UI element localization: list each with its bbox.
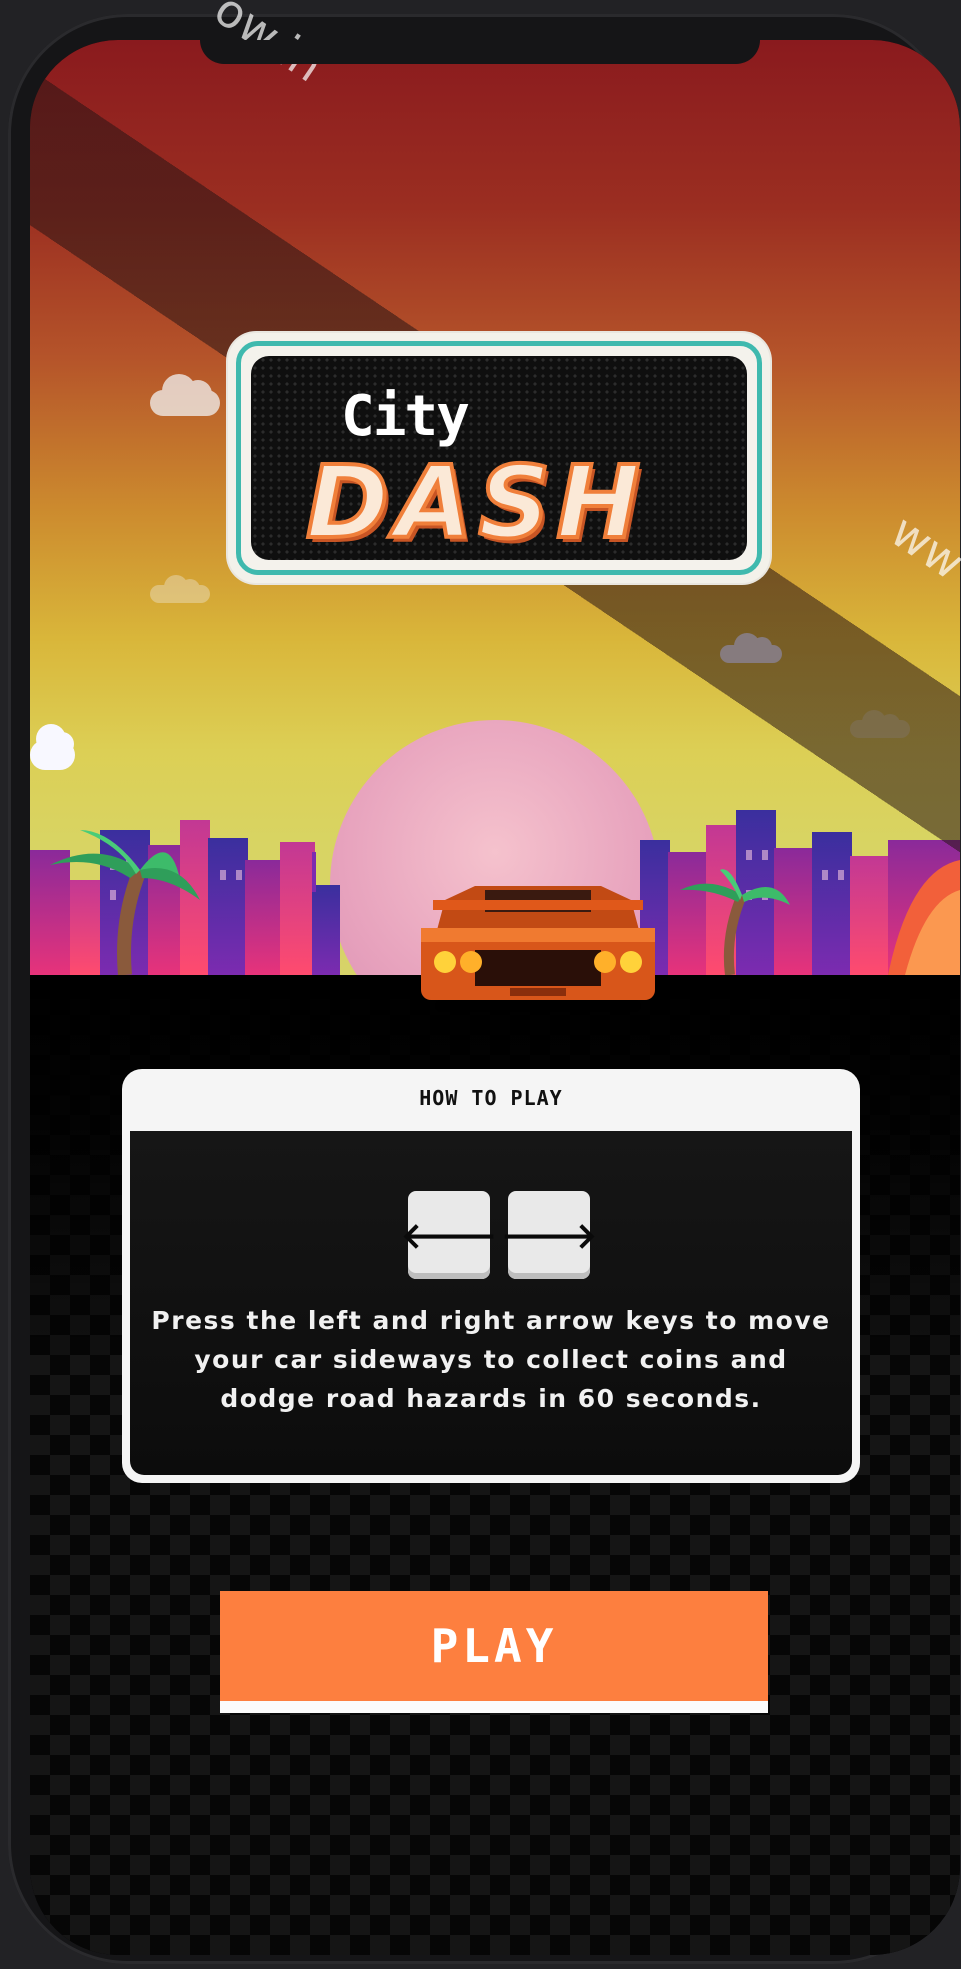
logo-dash-text: DASH xyxy=(304,442,647,563)
arrow-left-icon: 🡐 xyxy=(400,1216,498,1257)
logo-border: City DASH xyxy=(236,341,762,575)
right-arrow-key[interactable]: 🡒 xyxy=(501,1191,597,1279)
play-button[interactable]: PLAY xyxy=(220,1591,768,1713)
logo-panel: City DASH xyxy=(251,356,747,563)
how-to-play-instructions: Press the left and right arrow keys to m… xyxy=(151,1306,831,1413)
arrow-right-icon: 🡒 xyxy=(500,1216,598,1257)
logo-city-text: City xyxy=(341,384,470,449)
how-to-play-body: 🡐 🡒 Press the left and right arrow keys … xyxy=(130,1131,852,1475)
left-arrow-key[interactable]: 🡐 xyxy=(401,1191,497,1279)
cloud-icon xyxy=(720,633,782,663)
cloud-icon xyxy=(150,575,210,603)
orange-car-icon xyxy=(421,886,655,1012)
game-logo: City DASH xyxy=(228,333,770,583)
play-button-label: PLAY xyxy=(220,1591,768,1701)
cloud-icon xyxy=(850,710,910,738)
phone-notch xyxy=(200,40,760,64)
cloud-icon xyxy=(30,724,75,770)
how-to-play-title: HOW TO PLAY xyxy=(419,1086,563,1110)
cloud-icon xyxy=(150,374,220,416)
how-to-play-panel: HOW TO PLAY 🡐 🡒 Press the left and right… xyxy=(122,1069,860,1483)
